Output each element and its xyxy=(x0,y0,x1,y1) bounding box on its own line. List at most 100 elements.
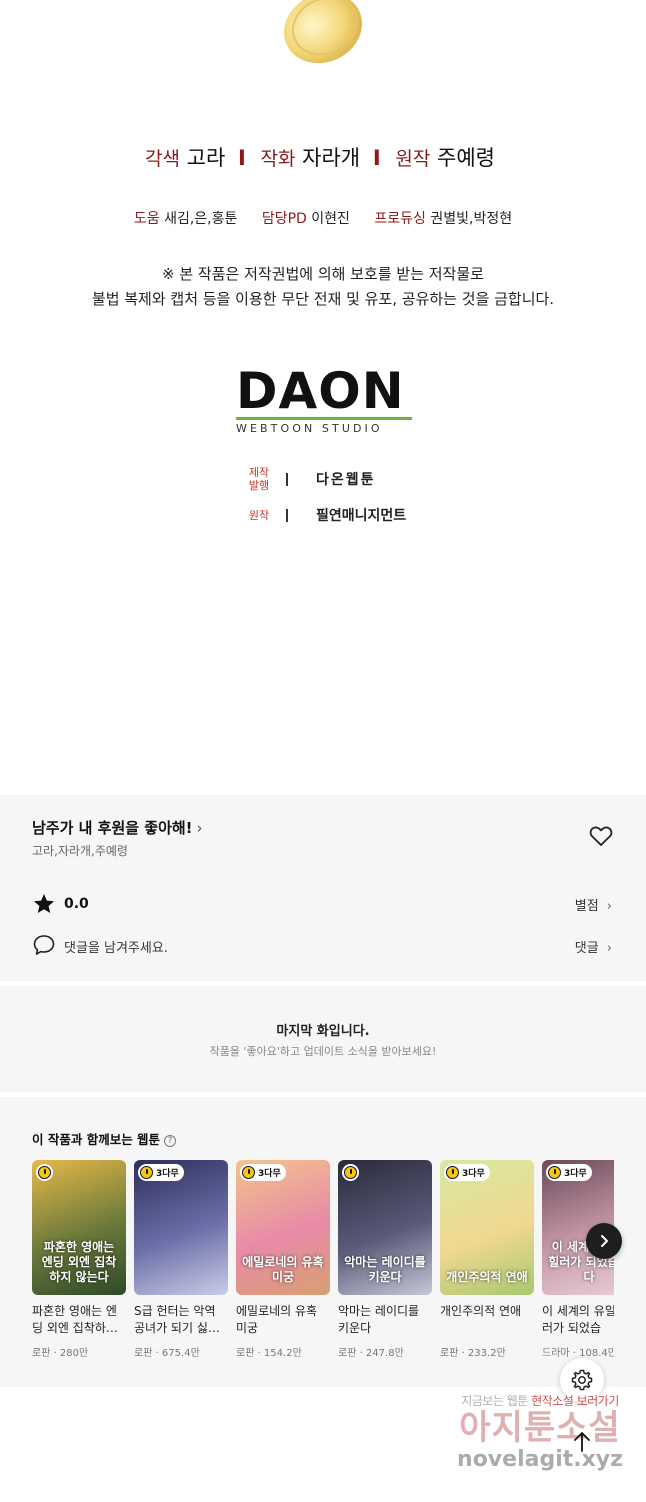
scroll-top-button[interactable] xyxy=(566,1427,598,1455)
watermark-line: novelagit.xyz xyxy=(457,1447,623,1472)
chevron-right-icon: › xyxy=(606,941,612,956)
recommendation-card[interactable]: 개인주의적 연애 3다무개인주의적 연애로판 · 233.2만 xyxy=(440,1160,534,1359)
watermark-line: 지금보는 웹툰 현작소설 보러가기 xyxy=(440,1392,640,1409)
recommendations-carousel: 파혼한 영애는 엔딩 외엔 집착하지 않는다파혼한 영애는 엔딩 외엔 집착하…… xyxy=(32,1160,614,1360)
recommendation-card[interactable]: 악마는 레이디를 키운다 악마는 레이디를 키운다 로판 · 247.8만 xyxy=(338,1160,432,1359)
recommendation-title: 개인주의적 연애 xyxy=(440,1304,522,1318)
publisher-separator xyxy=(286,508,288,522)
cover-title-art: 파혼한 영애는 엔딩 외엔 집착하지 않는다 xyxy=(41,1240,117,1284)
comment-icon xyxy=(33,935,55,955)
free-badge: 3다무 xyxy=(546,1164,592,1181)
recommendation-meta: 로판 · 280만 xyxy=(32,1348,89,1359)
notice-line: ※ 본 작품은 저작권법에 의해 보호를 받는 저작물로 xyxy=(162,265,484,283)
last-episode-panel xyxy=(0,986,646,1092)
recommendation-title: 파혼한 영애는 엔딩 외엔 집착하… xyxy=(32,1304,118,1335)
recommendation-title: 악마는 레이디를 키운다 xyxy=(338,1304,420,1335)
cover-thumbnail: 악마는 레이디를 키운다 xyxy=(338,1160,432,1295)
logo-title: DAON xyxy=(236,362,405,420)
studio-logo: DAON WEBTOON STUDIO xyxy=(236,366,412,435)
credit-role: 도움 xyxy=(133,211,160,227)
heart-icon[interactable] xyxy=(589,825,613,847)
recommendation-card[interactable]: 3다무 S급 헌터는 악역 공녀가 되기 싫… 로판 · 675.4만 xyxy=(134,1160,228,1359)
recommendation-card[interactable]: 에밀로네의 유혹미궁 3다무에밀로네의 유혹 미궁로판 · 154.2만 xyxy=(236,1160,330,1359)
cover-title-art: 개인주의적 연애 xyxy=(446,1270,528,1284)
publisher-row: 제작 발행 다온웹툰 xyxy=(244,466,376,492)
work-authors: 고라,자라개,주예령 xyxy=(32,844,128,858)
free-badge: 3다무 xyxy=(138,1164,184,1181)
clock-icon xyxy=(38,1166,51,1179)
notice-line: 불법 복제와 캡처 등을 이용한 무단 전재 및 유포, 공유하는 것을 금합니… xyxy=(91,290,555,308)
credit-role: 원작 xyxy=(395,148,431,170)
clock-icon xyxy=(242,1166,255,1179)
recommendation-meta: 로판 · 675.4만 xyxy=(134,1348,200,1359)
last-episode-subtitle: 작품을 '좋아요'하고 업데이트 소식을 받아보세요! xyxy=(209,1045,437,1058)
comment-input[interactable]: 댓글을 남겨주세요. xyxy=(64,937,168,956)
watermark-text: 지금보는 웹툰 xyxy=(461,1394,528,1408)
cover-thumbnail: 3다무 xyxy=(134,1160,228,1295)
cover-title-art: 악마는 레이디를 키운다 xyxy=(344,1255,426,1284)
recommendation-title: 에밀로네의 유혹 미궁 xyxy=(236,1304,318,1335)
recommendations-title-text: 이 작품과 함께보는 웹툰 xyxy=(32,1132,161,1147)
recommendation-title: S급 헌터는 악역 공녀가 되기 싫… xyxy=(134,1304,220,1335)
free-badge xyxy=(342,1164,359,1181)
credit-separator: I xyxy=(238,146,246,170)
role-line: 발행 xyxy=(248,479,270,492)
recommendation-card[interactable]: 이 세계의 유일 힐러가 되었습니다3다무이 세계의 유일 힐러가 되었습드라마… xyxy=(542,1160,614,1359)
recommendation-title: 이 세계의 유일 힐러가 되었습 xyxy=(542,1304,614,1335)
credit-name: 고라 xyxy=(186,146,226,170)
credit-role: 작화 xyxy=(260,148,296,170)
gear-icon xyxy=(571,1369,593,1391)
watermark-line: 아지툰소설 xyxy=(459,1408,621,1448)
recommendation-meta: 로판 · 233.2만 xyxy=(440,1348,506,1359)
publisher-name: 필연매니지먼트 xyxy=(316,508,407,524)
badge-label: 3다무 xyxy=(564,1169,587,1179)
carousel-next-button[interactable] xyxy=(586,1223,622,1259)
credit-name: 새김,은,홍툰 xyxy=(164,211,238,227)
cover-thumbnail: 파혼한 영애는 엔딩 외엔 집착하지 않는다 xyxy=(32,1160,126,1295)
free-badge: 3다무 xyxy=(240,1164,286,1181)
help-icon[interactable]: ? xyxy=(164,1135,177,1147)
credit-name: 이현진 xyxy=(311,211,350,227)
credit-role: 각색 xyxy=(145,148,180,170)
watermark-text: 현작소설 xyxy=(531,1394,574,1408)
free-badge xyxy=(36,1164,53,1181)
publisher-role: 제작 발행 xyxy=(244,466,274,492)
credits-section: 각색 고라 I 작화 자라개 I 원작 주예령 도움 새김,은,홍툰 담당PD … xyxy=(0,0,646,795)
arrow-up-icon xyxy=(574,1432,590,1452)
work-title-link[interactable]: 남주가 내 후원을 좋아해! › xyxy=(32,817,203,838)
clock-icon xyxy=(140,1166,153,1179)
comments-button[interactable]: 댓글 › xyxy=(575,937,612,956)
rating-value: 0.0 xyxy=(64,896,89,912)
recommendations-title: 이 작품과 함께보는 웹툰? xyxy=(32,1129,177,1148)
publisher-name: 다온웹툰 xyxy=(316,472,376,488)
star-icon xyxy=(34,894,54,913)
credit-name: 주예령 xyxy=(437,146,495,170)
cover-thumbnail: 개인주의적 연애 3다무 xyxy=(440,1160,534,1295)
sub-credits: 도움 새김,은,홍툰 담당PD 이현진 프로듀싱 권별빛,박정현 xyxy=(0,208,646,228)
recommendation-meta: 로판 · 247.8만 xyxy=(338,1348,404,1359)
credit-name: 권별빛,박정현 xyxy=(430,211,513,227)
clock-icon xyxy=(548,1166,561,1179)
comments-label: 댓글 xyxy=(574,941,599,956)
watermark: 지금보는 웹툰 현작소설 보러가기 아지툰소설 novelagit.xyz xyxy=(440,1392,640,1482)
free-badge: 3다무 xyxy=(444,1164,490,1181)
chevron-right-icon xyxy=(601,1235,608,1247)
credit-role: 담당PD xyxy=(261,211,307,227)
clock-icon xyxy=(446,1166,459,1179)
role-line: 제작 xyxy=(248,466,270,479)
credit-role: 프로듀싱 xyxy=(374,211,426,227)
copyright-notice: ※ 본 작품은 저작권법에 의해 보호를 받는 저작물로 불법 복제와 캡처 등… xyxy=(0,262,646,312)
badge-label: 3다무 xyxy=(462,1169,485,1179)
badge-label: 3다무 xyxy=(156,1169,179,1179)
work-title: 남주가 내 후원을 좋아해! xyxy=(32,819,193,837)
logo-subtitle: WEBTOON STUDIO xyxy=(236,422,383,435)
recommendation-card[interactable]: 파혼한 영애는 엔딩 외엔 집착하지 않는다파혼한 영애는 엔딩 외엔 집착하…… xyxy=(32,1160,126,1359)
cover-title-art: 에밀로네의 유혹미궁 xyxy=(242,1255,324,1284)
chevron-right-icon: › xyxy=(606,899,612,914)
recommendation-meta: 드라마 · 108.4만 xyxy=(542,1348,614,1359)
recommendation-meta: 로판 · 154.2만 xyxy=(236,1348,302,1359)
publisher-row: 원작 필연매니지먼트 xyxy=(244,505,406,525)
clock-icon xyxy=(344,1166,357,1179)
coin-icon xyxy=(284,0,362,64)
rate-button[interactable]: 별점 › xyxy=(575,895,612,914)
